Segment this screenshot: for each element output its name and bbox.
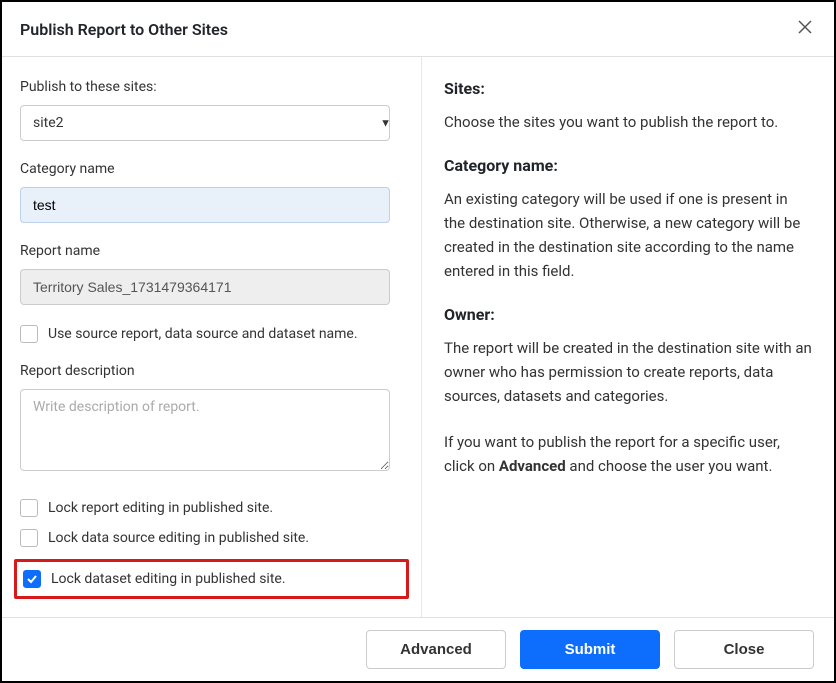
dialog-body: Publish to these sites: site2 ▼ Category… <box>2 57 834 617</box>
lock-datasource-label[interactable]: Lock data source editing in published si… <box>48 530 309 546</box>
lock-dataset-label[interactable]: Lock dataset editing in published site. <box>51 571 286 587</box>
help-owner-text1: The report will be created in the destin… <box>444 336 812 408</box>
help-pane: Sites: Choose the sites you want to publ… <box>422 57 834 617</box>
report-name-input <box>20 269 390 305</box>
use-source-checkbox[interactable] <box>20 325 38 343</box>
lock-dataset-checkbox[interactable] <box>23 570 41 588</box>
submit-button[interactable]: Submit <box>520 630 660 669</box>
form-pane: Publish to these sites: site2 ▼ Category… <box>2 57 422 617</box>
report-name-field: Report name <box>20 243 403 305</box>
description-field: Report description <box>20 363 403 475</box>
publish-report-dialog: Publish Report to Other Sites Publish to… <box>0 0 836 683</box>
lock-datasource-row: Lock data source editing in published si… <box>20 529 403 547</box>
category-label: Category name <box>20 161 403 177</box>
lock-dataset-row: Lock dataset editing in published site. <box>23 570 400 588</box>
category-input[interactable] <box>20 187 390 223</box>
use-source-checkbox-row: Use source report, data source and datas… <box>20 325 403 343</box>
sites-field: Publish to these sites: site2 ▼ <box>20 79 403 141</box>
close-button[interactable]: Close <box>674 630 814 669</box>
help-owner-title: Owner: <box>444 305 812 324</box>
lock-report-checkbox[interactable] <box>20 499 38 517</box>
category-field: Category name <box>20 161 403 223</box>
dialog-header: Publish Report to Other Sites <box>2 2 834 57</box>
help-owner-text2: If you want to publish the report for a … <box>444 430 812 478</box>
lock-datasource-checkbox[interactable] <box>20 529 38 547</box>
description-label: Report description <box>20 363 403 379</box>
close-icon[interactable] <box>794 16 816 42</box>
highlight-box: Lock dataset editing in published site. <box>14 559 409 599</box>
advanced-button[interactable]: Advanced <box>366 630 506 669</box>
help-category-text: An existing category will be used if one… <box>444 187 812 283</box>
sites-select[interactable]: site2 ▼ <box>20 105 403 141</box>
sites-label: Publish to these sites: <box>20 79 403 95</box>
help-owner-text2c: and choose the user you want. <box>566 457 773 475</box>
lock-report-label[interactable]: Lock report editing in published site. <box>48 500 273 516</box>
report-name-label: Report name <box>20 243 403 259</box>
help-sites-title: Sites: <box>444 79 812 98</box>
sites-select-value: site2 <box>20 105 390 141</box>
dialog-footer: Advanced Submit Close <box>2 617 834 681</box>
use-source-label[interactable]: Use source report, data source and datas… <box>48 326 358 342</box>
help-category-title: Category name: <box>444 156 812 175</box>
description-textarea[interactable] <box>20 389 390 471</box>
help-sites-text: Choose the sites you want to publish the… <box>444 110 812 134</box>
dialog-title: Publish Report to Other Sites <box>20 20 228 39</box>
help-owner-text2b: Advanced <box>499 457 566 475</box>
lock-report-row: Lock report editing in published site. <box>20 499 403 517</box>
lock-options: Lock report editing in published site. L… <box>20 499 403 599</box>
